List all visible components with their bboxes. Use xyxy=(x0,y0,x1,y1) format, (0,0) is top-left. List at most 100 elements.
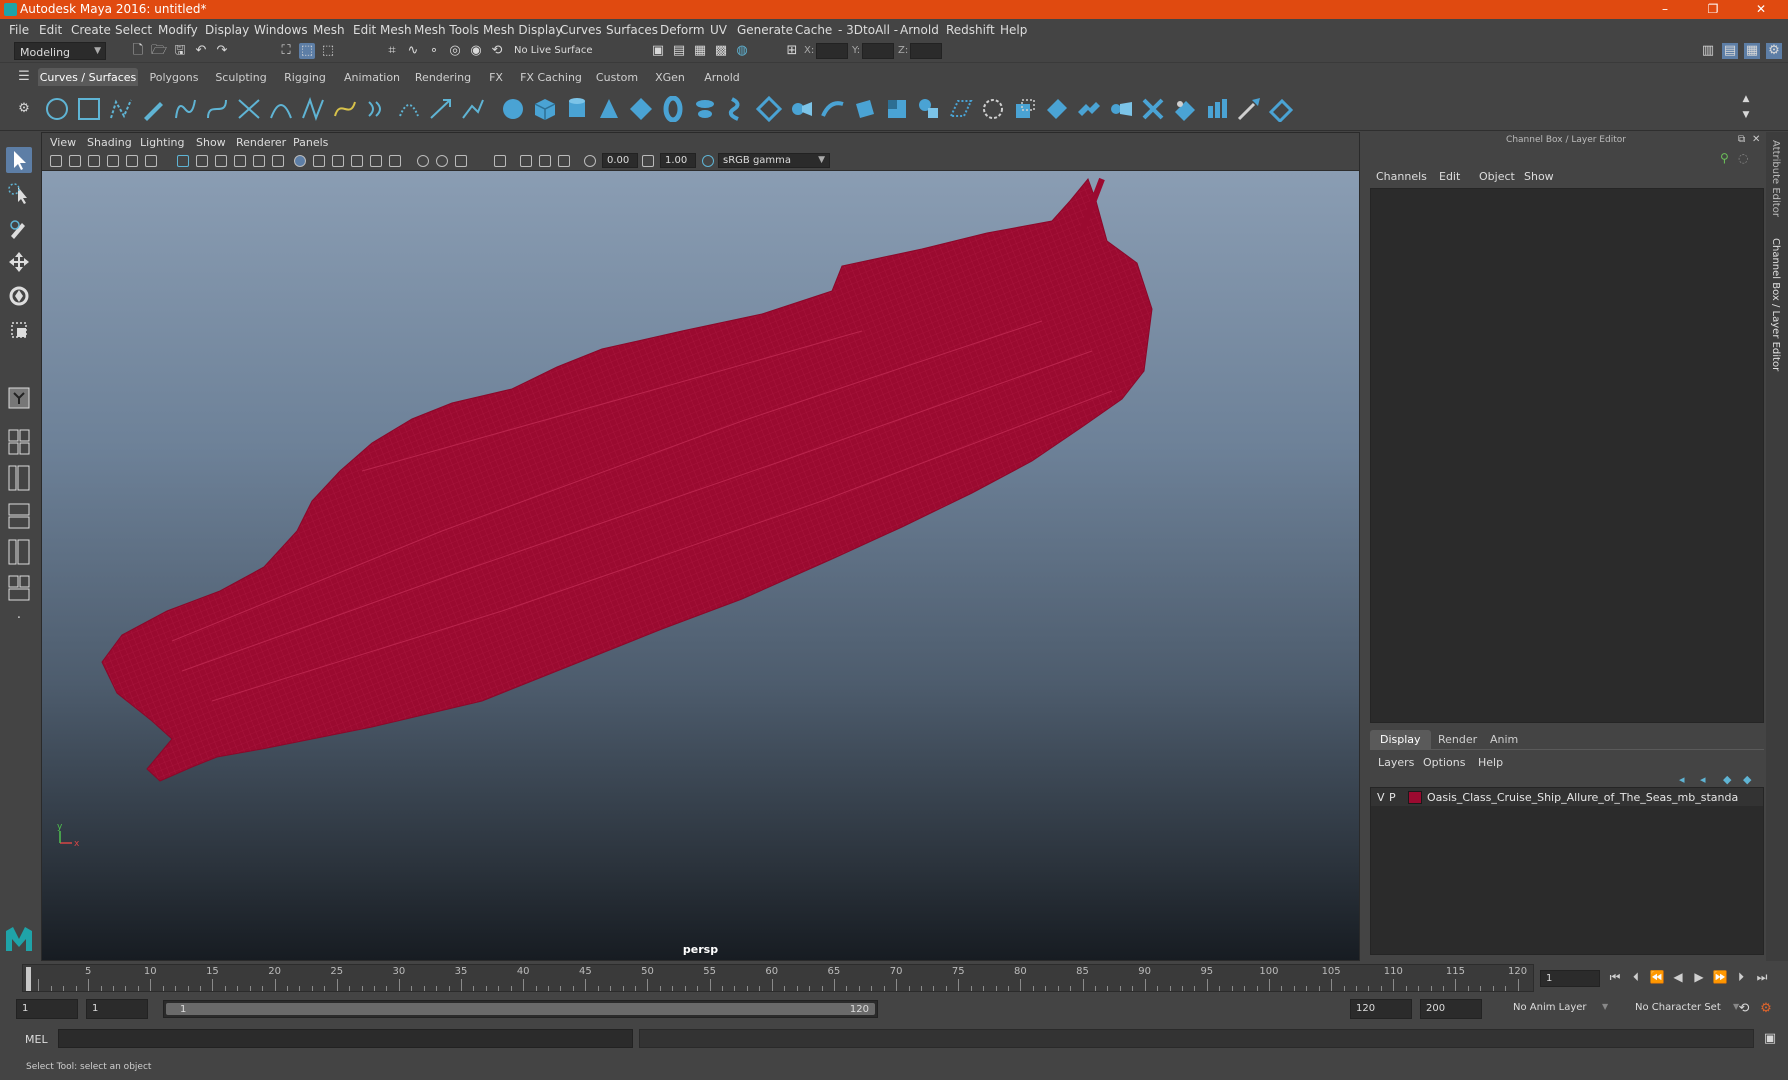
menu-edit[interactable]: Edit xyxy=(39,23,62,37)
pencil-curve-icon[interactable] xyxy=(140,96,166,122)
resolution-gate-icon[interactable] xyxy=(215,155,227,167)
channel-key-icon[interactable]: ⚲ xyxy=(1720,151,1729,165)
sculpt-geometry-icon[interactable] xyxy=(1236,96,1262,122)
toggle-channelbox-icon[interactable]: ▤ xyxy=(1722,43,1738,59)
maximize-button[interactable]: ❐ xyxy=(1690,0,1736,19)
timeline-track[interactable]: 5 10 15 20 25 30 35 40 45 50 55 60 65 70 75 80 85 90 95 100… xyxy=(22,964,1534,992)
snap-view-icon[interactable]: ◎ xyxy=(447,43,463,59)
menu-edit-mesh[interactable]: Edit Mesh xyxy=(353,23,412,37)
tab-animation[interactable]: Animation xyxy=(340,68,404,86)
menu-arnold[interactable]: Arnold xyxy=(900,23,939,37)
script-editor-icon[interactable]: ▣ xyxy=(1762,1031,1778,1047)
close-panel-icon[interactable]: ✕ xyxy=(1752,134,1760,145)
tab-rendering[interactable]: Rendering xyxy=(410,68,476,86)
float-panel-icon[interactable]: ⧉ xyxy=(1738,134,1745,145)
snap-surface-icon[interactable]: ◉ xyxy=(468,43,484,59)
2d-pan-zoom-icon[interactable] xyxy=(145,155,157,167)
outliner-layout-icon[interactable] xyxy=(6,573,32,603)
step-forward-frame-icon[interactable]: ⏵ xyxy=(1732,968,1750,986)
grid-toggle-icon[interactable] xyxy=(177,155,189,167)
isolate-select-icon[interactable] xyxy=(494,155,506,167)
menu-modify[interactable]: Modify xyxy=(158,23,198,37)
render-frame-icon[interactable]: ▣ xyxy=(650,43,666,59)
smooth-shade-icon[interactable] xyxy=(313,155,325,167)
wireframe-on-shaded-icon[interactable] xyxy=(332,155,344,167)
range-handle[interactable]: 1 120 xyxy=(166,1003,875,1015)
tab-curves-surfaces[interactable]: Curves / Surfaces xyxy=(38,68,138,86)
move-layer-down-icon[interactable]: ◂ xyxy=(1700,773,1706,786)
square-surface-icon[interactable] xyxy=(916,96,942,122)
script-language-label[interactable]: MEL xyxy=(25,1033,48,1046)
channel-menu-show[interactable]: Show xyxy=(1524,170,1554,183)
character-set-dropdown[interactable]: No Character Set xyxy=(1635,1002,1721,1013)
nurbs-circle-icon[interactable] xyxy=(44,96,70,122)
viewport-menu-shading[interactable]: Shading xyxy=(87,136,132,149)
layout-menu-icon[interactable]: · xyxy=(11,611,27,627)
new-layer-selected-icon[interactable]: ◆ xyxy=(1743,773,1751,786)
tab-channel-box-layer-editor[interactable]: Channel Box / Layer Editor xyxy=(1770,238,1781,371)
history-icon[interactable]: ⟲ xyxy=(489,43,505,59)
trim-tool-icon[interactable] xyxy=(1012,96,1038,122)
detach-surfaces-icon[interactable] xyxy=(1108,96,1134,122)
menu-cache[interactable]: Cache xyxy=(795,23,832,37)
birail-icon[interactable] xyxy=(820,96,846,122)
playback-end-field[interactable]: 120 xyxy=(1350,999,1412,1019)
exposure-icon[interactable] xyxy=(584,155,596,167)
offset-curve-icon[interactable] xyxy=(364,96,390,122)
tab-display[interactable]: Display xyxy=(1370,730,1431,749)
four-view-layout-icon[interactable] xyxy=(6,427,32,457)
menuset-dropdown[interactable]: Modeling ▼ xyxy=(14,42,106,60)
nurbs-plane-icon[interactable] xyxy=(628,96,654,122)
lasso-tool-icon[interactable] xyxy=(6,181,32,207)
tab-fx[interactable]: FX xyxy=(480,68,512,86)
redo-icon[interactable]: ↷ xyxy=(214,43,230,59)
detach-curves-icon[interactable] xyxy=(268,96,294,122)
shelf-menu-icon[interactable]: ☰ xyxy=(16,69,32,85)
menu-mesh[interactable]: Mesh xyxy=(313,23,345,37)
bevel-plus-icon[interactable] xyxy=(852,96,878,122)
menu-3dtoall[interactable]: - 3DtoAll - xyxy=(838,23,898,37)
tab-rigging[interactable]: Rigging xyxy=(276,68,334,86)
layer-color-swatch[interactable] xyxy=(1408,791,1422,804)
open-scene-icon[interactable]: 🗁 xyxy=(151,43,167,59)
minimize-button[interactable]: – xyxy=(1642,0,1688,19)
anim-layer-dropdown[interactable]: No Anim Layer xyxy=(1513,1002,1587,1013)
viewport-menu-show[interactable]: Show xyxy=(196,136,226,149)
rebuild-curve-icon[interactable] xyxy=(396,96,422,122)
xray-icon[interactable] xyxy=(417,155,429,167)
viewport-menu-lighting[interactable]: Lighting xyxy=(140,136,184,149)
render-settings-icon[interactable]: ▦ xyxy=(692,43,708,59)
select-tool-icon[interactable] xyxy=(6,147,32,173)
range-track[interactable]: 1 120 xyxy=(163,1000,878,1018)
tab-render[interactable]: Render xyxy=(1428,730,1487,749)
field-chart-icon[interactable] xyxy=(253,155,265,167)
current-frame-field[interactable]: 1 xyxy=(1540,970,1600,987)
new-layer-icon[interactable]: ◆ xyxy=(1723,773,1731,786)
gamma-icon[interactable] xyxy=(642,155,654,167)
snap-grid-icon[interactable]: ⌗ xyxy=(384,43,400,59)
tab-sculpting[interactable]: Sculpting xyxy=(210,68,272,86)
channel-menu-edit[interactable]: Edit xyxy=(1439,170,1460,183)
add-points-icon[interactable] xyxy=(428,96,454,122)
snap-point-icon[interactable]: ∘ xyxy=(426,43,442,59)
textured-icon[interactable] xyxy=(351,155,363,167)
xray-components-icon[interactable] xyxy=(455,155,467,167)
loft-icon[interactable] xyxy=(724,96,750,122)
camera-attributes-icon[interactable] xyxy=(69,155,81,167)
attach-curves-icon[interactable] xyxy=(236,96,262,122)
single-perspective-layout-icon[interactable] xyxy=(6,385,32,411)
nurbs-square-icon[interactable] xyxy=(76,96,102,122)
select-components-icon[interactable]: ⬚ xyxy=(320,43,336,59)
menu-generate[interactable]: Generate xyxy=(737,23,793,37)
tab-custom[interactable]: Custom xyxy=(592,68,642,86)
image-plane-icon[interactable] xyxy=(107,155,119,167)
menu-select[interactable]: Select xyxy=(115,23,152,37)
color-space-dropdown[interactable]: sRGB gamma ▼ xyxy=(718,153,830,168)
bookmark-icon[interactable] xyxy=(88,155,100,167)
viewport-menu-renderer[interactable]: Renderer xyxy=(236,136,286,149)
scale-tool-icon[interactable] xyxy=(6,317,32,343)
ambient-occlusion-icon[interactable] xyxy=(520,155,532,167)
snap-curve-icon[interactable]: ∿ xyxy=(405,43,421,59)
intersect-surfaces-icon[interactable] xyxy=(980,96,1006,122)
revolve-icon[interactable] xyxy=(692,96,718,122)
